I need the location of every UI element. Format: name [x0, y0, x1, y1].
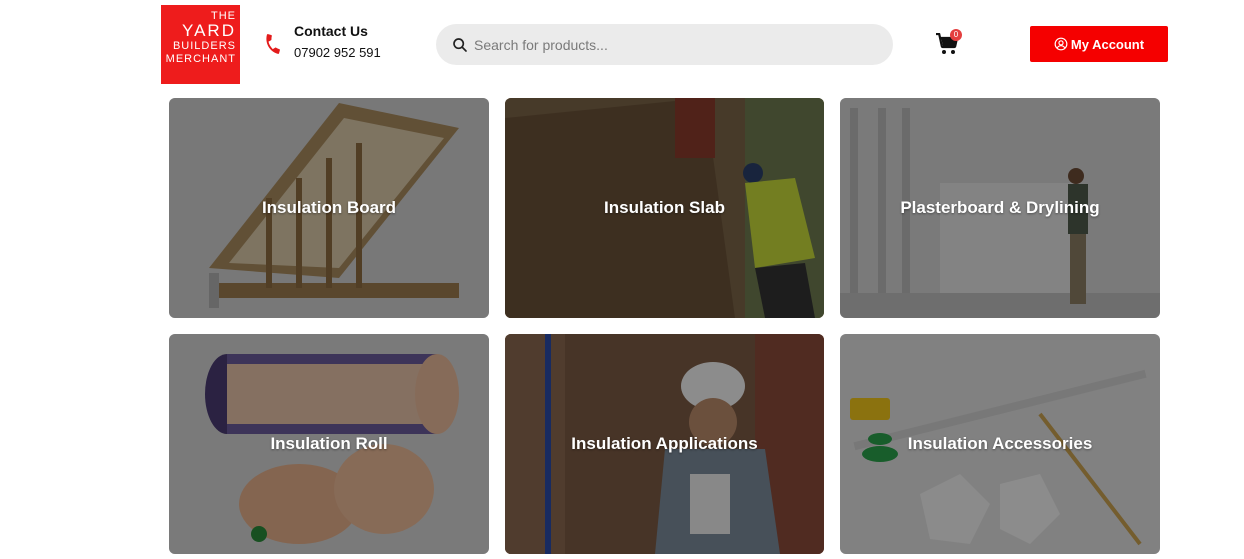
cart-count-badge: 0 [950, 29, 962, 41]
search-icon[interactable] [452, 37, 468, 53]
search-bar [436, 24, 893, 65]
logo-line-merchant: MERCHANT [165, 53, 236, 65]
my-account-button[interactable]: My Account [1030, 26, 1168, 62]
category-card-plasterboard-drylining[interactable]: Plasterboard & Drylining [840, 98, 1160, 318]
category-card-insulation-roll[interactable]: Insulation Roll [169, 334, 489, 554]
category-label: Insulation Roll [270, 434, 388, 453]
category-card-insulation-slab[interactable]: Insulation Slab [505, 98, 824, 318]
site-header: THE YARD BUILDERS MERCHANT Contact Us 07… [0, 0, 1244, 92]
category-card-insulation-accessories[interactable]: Insulation Accessories [840, 334, 1160, 554]
logo-line-builders: BUILDERS [172, 40, 236, 52]
user-circle-icon [1054, 37, 1068, 51]
category-label: Plasterboard & Drylining [900, 198, 1100, 217]
contact-title: Contact Us [294, 23, 368, 39]
category-label: Insulation Slab [604, 198, 725, 217]
category-label: Insulation Board [261, 198, 397, 217]
phone-icon [266, 34, 280, 54]
category-label: Insulation Accessories [907, 434, 1093, 453]
my-account-label: My Account [1070, 36, 1145, 52]
logo-line-yard: YARD [182, 21, 236, 40]
category-label: Insulation Applications [571, 434, 758, 453]
search-input[interactable] [474, 24, 874, 65]
logo[interactable]: THE YARD BUILDERS MERCHANT [161, 5, 240, 84]
category-card-insulation-applications[interactable]: Insulation Applications [505, 334, 824, 554]
category-card-insulation-board[interactable]: Insulation Board [169, 98, 489, 318]
contact-phone[interactable]: 07902 952 591 [294, 44, 381, 62]
contact-block: Contact Us 07902 952 591 [294, 22, 381, 62]
